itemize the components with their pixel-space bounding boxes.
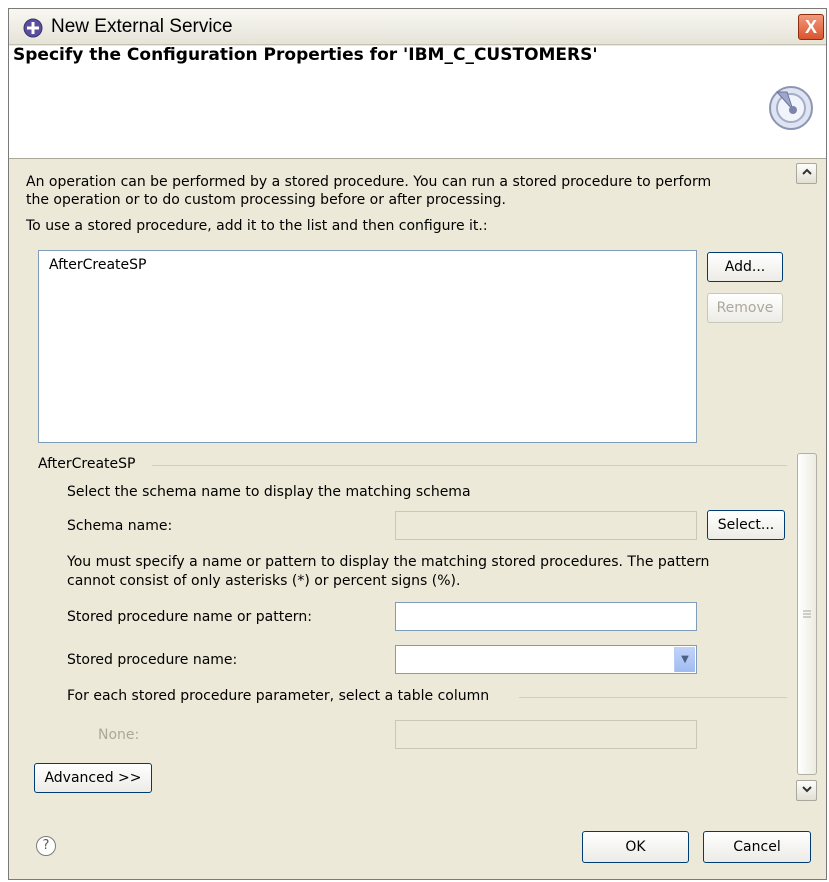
schema-name-label: Schema name: xyxy=(67,518,173,534)
pattern-label: Stored procedure name or pattern: xyxy=(67,609,312,625)
close-button[interactable]: X xyxy=(798,14,824,40)
title-bar[interactable]: New External Service X xyxy=(9,9,826,45)
param-group-title: For each stored procedure parameter, sel… xyxy=(67,688,490,704)
none-label: None: xyxy=(98,727,140,743)
chevron-down-icon xyxy=(801,786,812,793)
help-icon[interactable]: ? xyxy=(36,836,56,856)
intro-line-2: the operation or to do custom processing… xyxy=(26,192,506,208)
scroll-down-button[interactable] xyxy=(796,780,817,801)
schema-hint: Select the schema name to display the ma… xyxy=(67,484,471,500)
new-service-icon xyxy=(23,18,43,38)
page-title: Specify the Configuration Properties for… xyxy=(13,45,598,65)
new-external-service-dialog: New External Service X xyxy=(8,8,827,880)
wizard-banner-icon xyxy=(769,86,813,130)
pattern-hint-line-2: cannot consist of only asterisks (*) or … xyxy=(67,573,461,589)
none-field[interactable] xyxy=(395,720,697,749)
advanced-button[interactable]: Advanced >> xyxy=(34,763,152,793)
scroll-up-button[interactable] xyxy=(796,163,817,184)
intro-line-1: An operation can be performed by a store… xyxy=(26,174,712,190)
grip-icon xyxy=(803,610,811,618)
param-group-divider xyxy=(519,697,787,698)
cancel-button[interactable]: Cancel xyxy=(703,831,811,863)
procedure-name-select[interactable]: ▼ xyxy=(395,645,697,674)
procedure-group-title: AfterCreateSP xyxy=(38,456,136,472)
procedure-name-label: Stored procedure name: xyxy=(67,652,238,668)
scroll-thumb[interactable] xyxy=(797,453,817,775)
list-item[interactable]: AfterCreateSP xyxy=(49,257,146,273)
window-title: New External Service xyxy=(51,16,233,37)
vertical-scrollbar[interactable] xyxy=(796,163,817,803)
group-divider xyxy=(152,465,787,466)
add-button[interactable]: Add... xyxy=(707,252,783,282)
chevron-up-icon xyxy=(801,168,812,175)
intro-text: An operation can be performed by a store… xyxy=(26,173,786,209)
select-button[interactable]: Select... xyxy=(707,510,785,540)
stored-procedure-list[interactable]: AfterCreateSP xyxy=(38,250,697,443)
pattern-input[interactable] xyxy=(395,602,697,631)
schema-name-field[interactable] xyxy=(395,511,697,540)
pattern-hint-line-1: You must specify a name or pattern to di… xyxy=(67,554,710,570)
chevron-down-icon[interactable]: ▼ xyxy=(674,647,695,672)
remove-button[interactable]: Remove xyxy=(707,293,783,323)
list-instruction: To use a stored procedure, add it to the… xyxy=(26,218,488,234)
ok-button[interactable]: OK xyxy=(582,831,689,863)
